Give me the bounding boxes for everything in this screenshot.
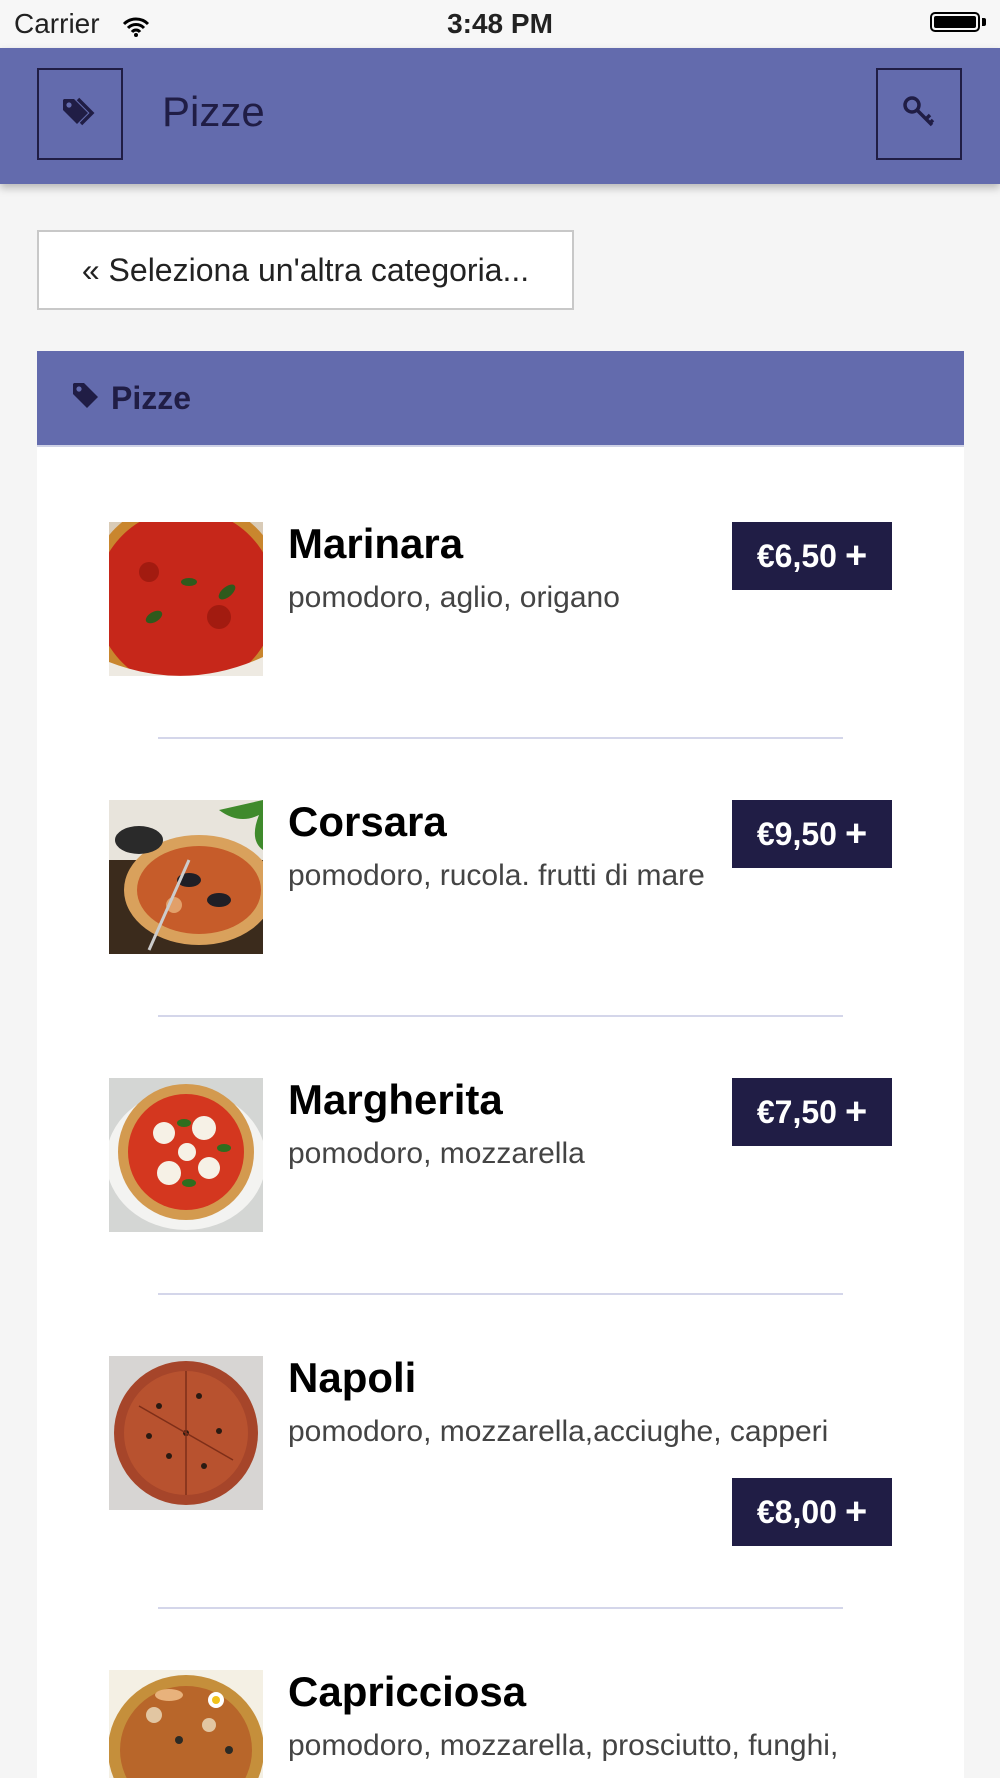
plus-icon: +	[844, 812, 868, 855]
add-to-cart-button[interactable]: €9,50 +	[732, 800, 892, 868]
categories-button[interactable]	[37, 68, 123, 160]
divider	[158, 1607, 843, 1609]
product-image	[109, 1356, 263, 1510]
product-name: Corsara	[288, 798, 447, 845]
tags-icon	[61, 97, 99, 132]
add-to-cart-button[interactable]: €6,50 +	[732, 522, 892, 590]
price-label: €8,00	[756, 1493, 837, 1530]
status-bar: Carrier 3:48 PM	[0, 0, 1000, 48]
plus-icon: +	[844, 1490, 868, 1533]
divider	[158, 1293, 843, 1295]
clock: 3:48 PM	[447, 8, 553, 39]
product-description: pomodoro, mozzarella	[288, 1137, 585, 1170]
product-name: Marinara	[288, 520, 464, 567]
nav-bar: Pizze	[0, 48, 1000, 184]
product-name: Capricciosa	[288, 1668, 527, 1715]
product-image	[109, 1670, 263, 1778]
product-image	[109, 800, 263, 954]
product-description: pomodoro, aglio, origano	[288, 581, 620, 614]
plus-icon: +	[844, 534, 868, 577]
add-to-cart-button[interactable]: €7,50 +	[732, 1078, 892, 1146]
product-image	[109, 522, 263, 676]
add-to-cart-button[interactable]: €8,00 +	[732, 1478, 892, 1546]
plus-icon: +	[844, 1090, 868, 1133]
key-icon	[902, 95, 936, 134]
category-header: Pizze	[37, 351, 964, 447]
price-label: €7,50	[756, 1093, 837, 1130]
product-list: Marinara pomodoro, aglio, origano €6,50 +…	[37, 447, 964, 1778]
divider	[158, 737, 843, 739]
battery-icon	[930, 12, 986, 34]
category-title: Pizze	[111, 379, 192, 416]
login-button[interactable]	[876, 68, 962, 160]
select-other-category-button[interactable]: « Seleziona un'altra categoria...	[37, 230, 574, 310]
tag-icon	[71, 381, 101, 416]
price-label: €9,50	[756, 815, 837, 852]
product-image	[109, 1078, 263, 1232]
divider	[158, 1015, 843, 1017]
product-description: pomodoro, mozzarella, prosciutto, funghi…	[288, 1729, 839, 1762]
product-name: Margherita	[288, 1076, 503, 1123]
page-title: Pizze	[162, 88, 265, 135]
product-description: pomodoro, mozzarella,acciughe, capperi	[288, 1415, 829, 1448]
price-label: €6,50	[756, 537, 837, 574]
product-name: Napoli	[288, 1354, 417, 1401]
product-description: pomodoro, rucola. frutti di mare	[288, 859, 705, 892]
